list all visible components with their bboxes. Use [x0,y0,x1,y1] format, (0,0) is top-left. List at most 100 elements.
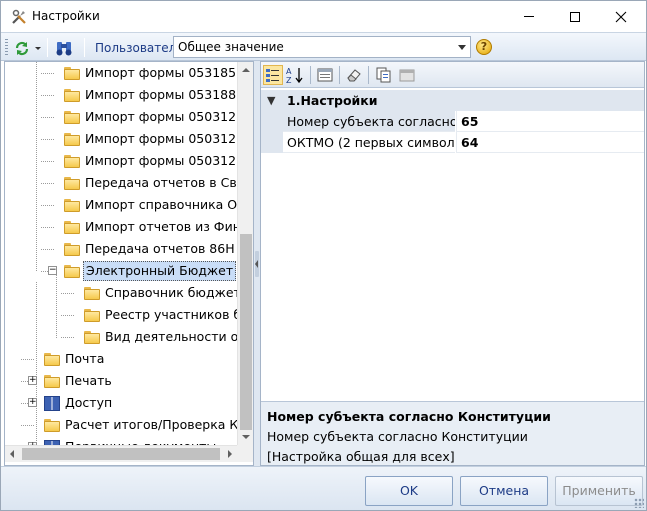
property-description: Номер субъекта согласно Конституции Номе… [261,401,644,465]
folder-icon [64,111,80,124]
scroll-down-icon[interactable] [242,435,250,439]
toolbar-grip[interactable] [5,39,8,56]
tree-item-label: Справочник бюджет [105,285,241,300]
maximize-button[interactable] [552,1,598,32]
tree-item-label: Доступ [65,395,113,410]
tree-item[interactable]: Импорт формы 050312 [5,150,237,172]
property-pages-button[interactable] [315,65,335,85]
close-button[interactable] [598,1,644,32]
tree-item[interactable]: Передача отчетов 86Н [5,238,237,260]
scroll-right-icon[interactable] [228,450,232,458]
sort-alphabetical-button[interactable]: A Z [285,65,305,85]
folder-icon [64,133,80,146]
property-row[interactable]: ОКТМО (2 первых символ 64 [261,132,644,153]
tree-item-label: Импорт формы 050312 [85,109,237,124]
scroll-left-icon[interactable] [10,450,14,458]
toolbar-separator [310,66,311,84]
scroll-thumb[interactable] [240,234,252,430]
property-value-input[interactable]: 65 [456,111,644,132]
tree-item[interactable]: + Доступ [5,392,237,414]
scope-select-value: Общее значение [178,40,284,54]
grid-icon [399,69,415,82]
tree-item-label: Импорт формы 053188 [85,87,237,102]
tree-item[interactable]: Справочник бюджет [5,282,241,304]
scroll-up-icon[interactable] [242,68,250,72]
cancel-button[interactable]: Отмена [460,476,548,506]
collapse-category-icon[interactable]: ▼ [267,94,275,107]
property-value-input[interactable]: 64 [456,132,644,153]
toolbar-separator [47,38,48,57]
tree-item[interactable]: Импорт формы 050312 [5,106,237,128]
resize-grip[interactable] [634,498,644,508]
sort-az-icon: A Z [286,67,303,85]
tree-item[interactable]: + Печать [5,370,237,392]
folder-icon [64,177,80,190]
title-bar[interactable]: Настройки [1,1,646,32]
tree-item[interactable]: Вид деятельности ор [5,326,246,348]
expand-icon[interactable]: + [28,398,37,407]
expand-icon[interactable]: + [28,376,37,385]
tree-guide-line [61,293,75,294]
tree-item-label: Импорт формы 050312 [85,131,237,146]
tree-vertical-scrollbar[interactable] [237,62,253,445]
toolbar-separator [339,66,340,84]
scroll-corner [237,445,253,462]
property-name: ОКТМО (2 первых символ [283,132,455,153]
folder-icon [64,155,80,168]
tree-item-label: Импорт формы 053185 [85,65,237,80]
tree-item[interactable]: Импорт формы 053185 [5,62,237,84]
tree-item-label: Передача отчетов в Св [85,175,237,190]
category-label: 1.Настройки [287,93,378,108]
property-category[interactable]: ▼ 1.Настройки [261,90,644,111]
toolbar-separator [368,66,369,84]
main-toolbar: Пользователь Общее значение ? [1,32,646,61]
tree-guide-line [61,315,75,316]
ok-button[interactable]: OK [365,476,453,506]
collapse-left-icon[interactable] [255,260,258,268]
user-label: Пользователь [95,41,184,55]
folder-icon [64,221,80,234]
tree-item[interactable]: Почта [5,348,237,370]
tree-guide-line [41,227,55,228]
tree-item-label: Импорт справочника О [85,197,238,212]
minimize-button[interactable] [506,1,552,32]
copy-button[interactable] [373,65,393,85]
categorized-button[interactable] [263,65,283,85]
maximize-icon [570,11,580,22]
scope-select[interactable]: Общее значение [173,36,471,58]
tree-guide-line [41,161,55,162]
tree-item-label: Импорт отчетов из Фин [85,219,241,234]
binoculars-icon[interactable] [55,39,73,57]
paste-button[interactable] [397,65,417,85]
apply-button[interactable]: Применить [555,476,643,506]
folder-icon [44,419,60,432]
tree-item[interactable]: − Электронный Бюджет [5,260,237,282]
tree-item[interactable]: Расчет итогов/Проверка К [5,414,239,436]
scroll-thumb[interactable] [22,448,220,460]
refresh-icon[interactable] [13,39,43,57]
close-icon [615,11,627,22]
tree-item[interactable]: Импорт отчетов из Фин [5,216,241,238]
tree-item-label: Реестр участников б [105,307,242,322]
tree-item[interactable]: Передача отчетов в Св [5,172,237,194]
tree-item[interactable]: Импорт формы 050312 [5,128,237,150]
chevron-down-icon[interactable] [458,45,466,50]
help-icon[interactable]: ? [476,39,492,55]
tree-item-label: Расчет итогов/Проверка К [65,417,239,432]
minimize-icon [524,16,534,17]
tree-guide-line [41,73,55,74]
copy-icon [376,67,391,83]
collapse-icon[interactable]: − [48,266,57,275]
property-pages-icon [317,68,333,82]
toolbar-separator [84,38,85,57]
tree-item[interactable]: Импорт формы 053188 [5,84,237,106]
tree-guide-line [41,249,55,250]
property-row[interactable]: Номер субъекта согласно 65 [261,111,644,132]
reset-button[interactable] [344,65,364,85]
settings-tree[interactable]: Импорт формы 053185 Импорт формы 053188 Им… [4,61,254,466]
book-icon [44,396,60,411]
tree-item[interactable]: Реестр участников б [5,304,241,326]
tree-item-label: Почта [65,351,105,366]
tree-item[interactable]: Импорт справочника О [5,194,237,216]
tree-horizontal-scrollbar[interactable] [5,445,237,462]
